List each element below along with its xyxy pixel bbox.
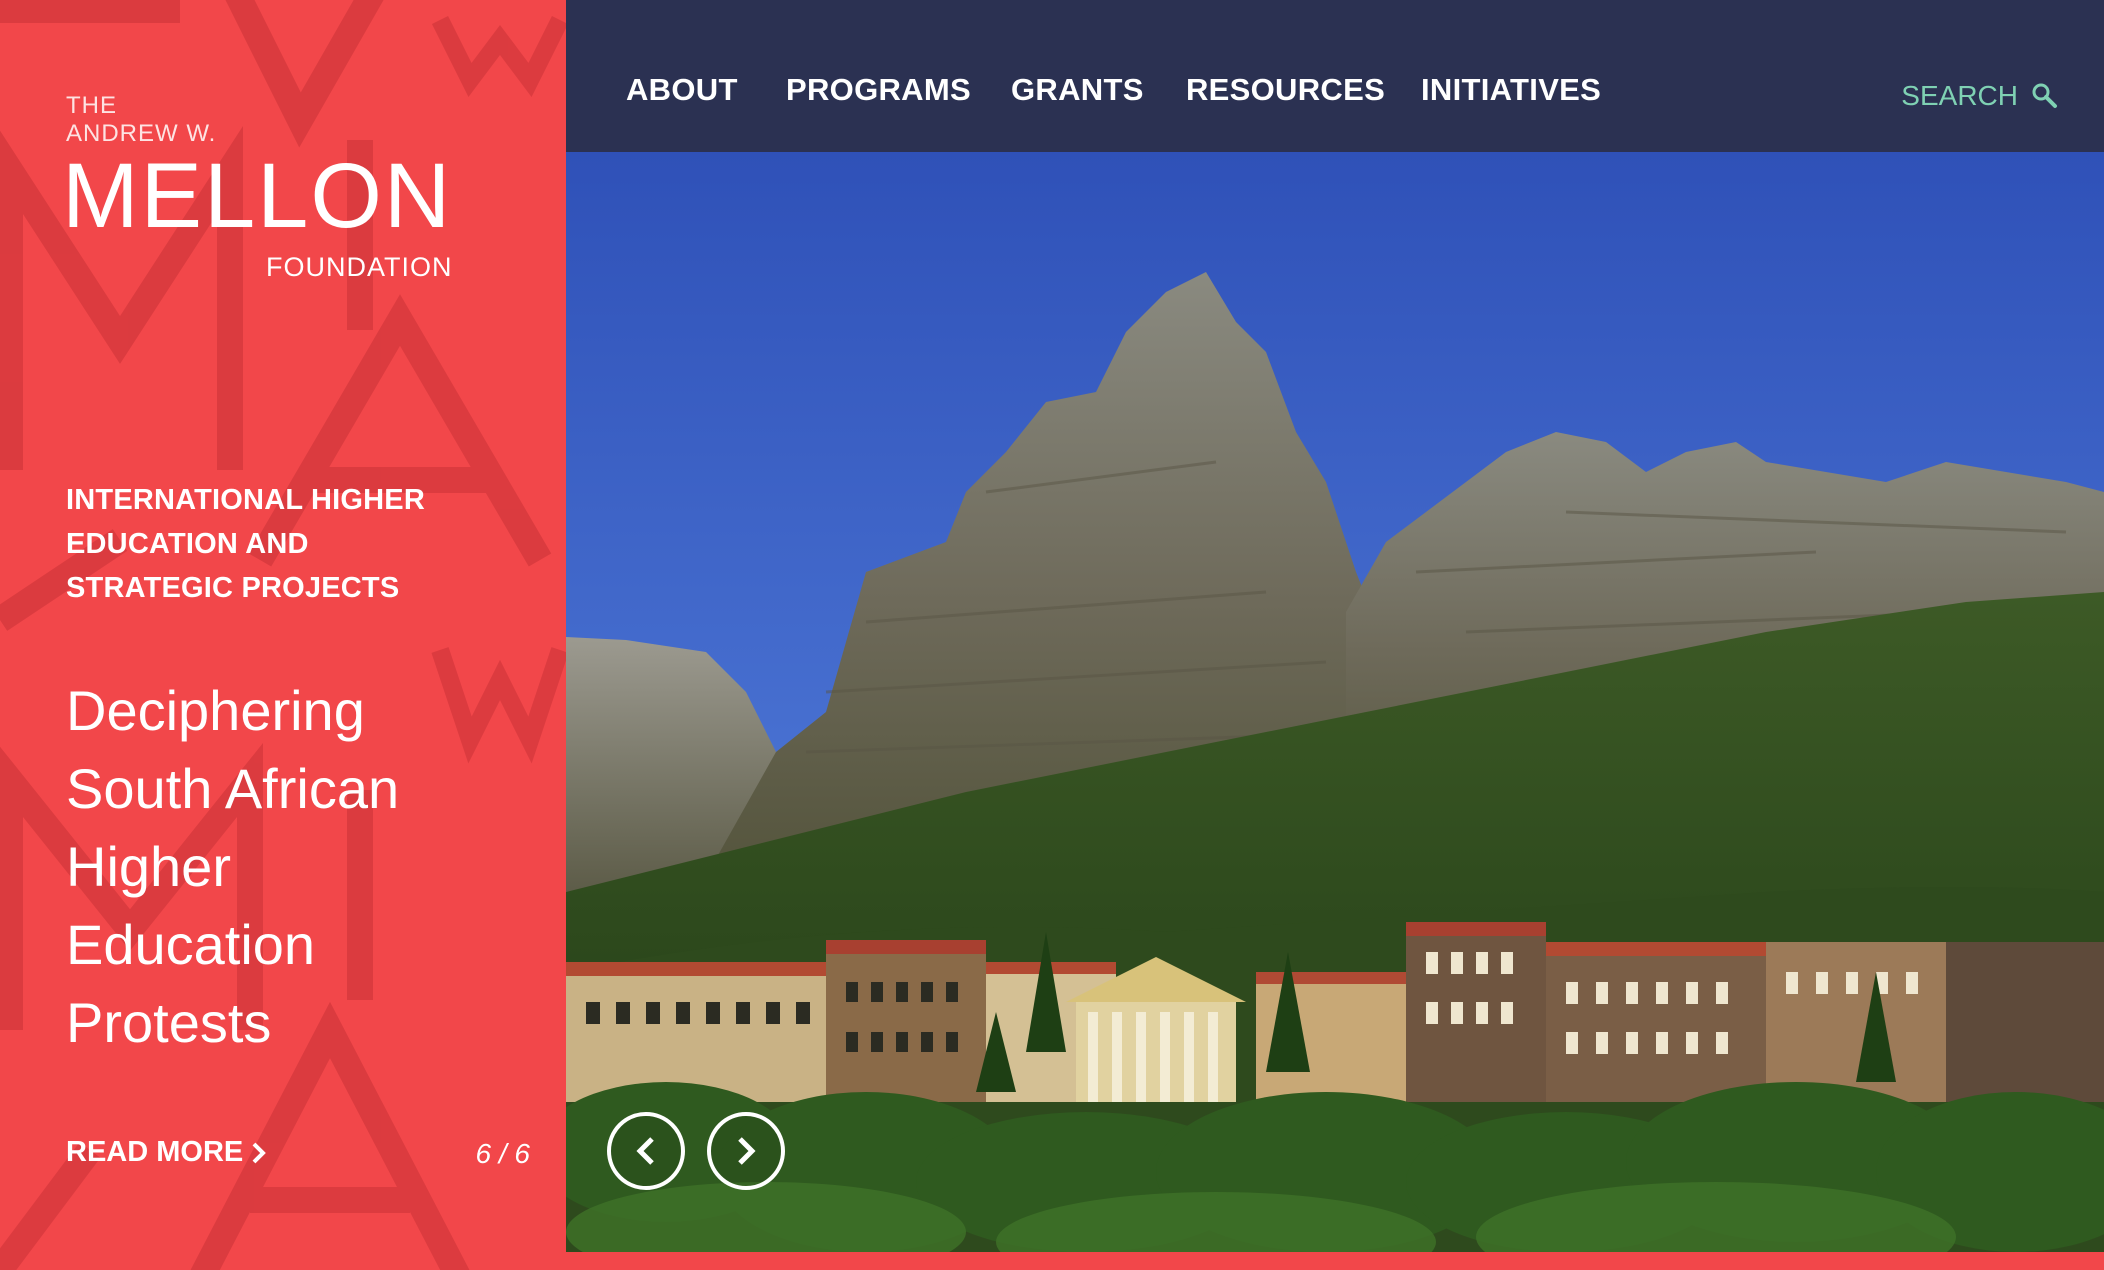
feature-headline[interactable]: Deciphering South African Higher Educati… xyxy=(66,672,506,1062)
category-line: EDUCATION AND xyxy=(66,528,309,560)
logo-andrew-w: ANDREW W. xyxy=(66,120,217,147)
headline-line: South African xyxy=(66,757,400,820)
headline-line: Deciphering xyxy=(66,679,365,742)
page: THE ANDREW W. MELLON FOUNDATION INTERNAT… xyxy=(0,0,2104,1270)
nav-resources[interactable]: RESOURCES xyxy=(1186,72,1385,108)
nav-programs[interactable]: PROGRAMS xyxy=(786,72,971,108)
top-navigation: ABOUT PROGRAMS GRANTS RESOURCES INITIATI… xyxy=(566,0,2104,152)
search-button[interactable]: SEARCH xyxy=(1901,80,2058,112)
chevron-right-icon xyxy=(252,1142,267,1163)
search-label: SEARCH xyxy=(1901,80,2018,111)
headline-line: Protests xyxy=(66,991,272,1054)
read-more-link[interactable]: READ MORE xyxy=(66,1136,267,1169)
chevron-left-icon xyxy=(636,1137,654,1165)
logo-mellon: MELLON xyxy=(62,145,453,247)
bottom-strip xyxy=(566,1252,2104,1270)
category-line: INTERNATIONAL HIGHER xyxy=(66,484,425,516)
campus-mountain-photo xyxy=(566,152,2104,1252)
category-line: STRATEGIC PROJECTS xyxy=(66,572,400,604)
feature-panel: THE ANDREW W. MELLON FOUNDATION INTERNAT… xyxy=(0,0,566,1270)
read-more-label: READ MORE xyxy=(66,1136,244,1168)
chevron-right-icon xyxy=(738,1137,756,1165)
logo-the: THE xyxy=(66,92,117,119)
feature-category[interactable]: INTERNATIONAL HIGHER EDUCATION AND STRAT… xyxy=(66,478,466,610)
logo-foundation: FOUNDATION xyxy=(266,252,453,282)
nav-about[interactable]: ABOUT xyxy=(626,72,738,108)
magnifier-icon xyxy=(2032,83,2057,108)
slide-counter: 6 / 6 xyxy=(475,1138,530,1169)
nav-grants[interactable]: GRANTS xyxy=(1011,72,1144,108)
slide-next-button[interactable] xyxy=(707,1112,785,1190)
mellon-logo[interactable]: THE ANDREW W. MELLON FOUNDATION xyxy=(62,92,466,292)
slide-previous-button[interactable] xyxy=(607,1112,685,1190)
hero-image xyxy=(566,152,2104,1252)
headline-line: Higher xyxy=(66,835,231,898)
headline-line: Education xyxy=(66,913,316,976)
nav-initiatives[interactable]: INITIATIVES xyxy=(1421,72,1601,108)
